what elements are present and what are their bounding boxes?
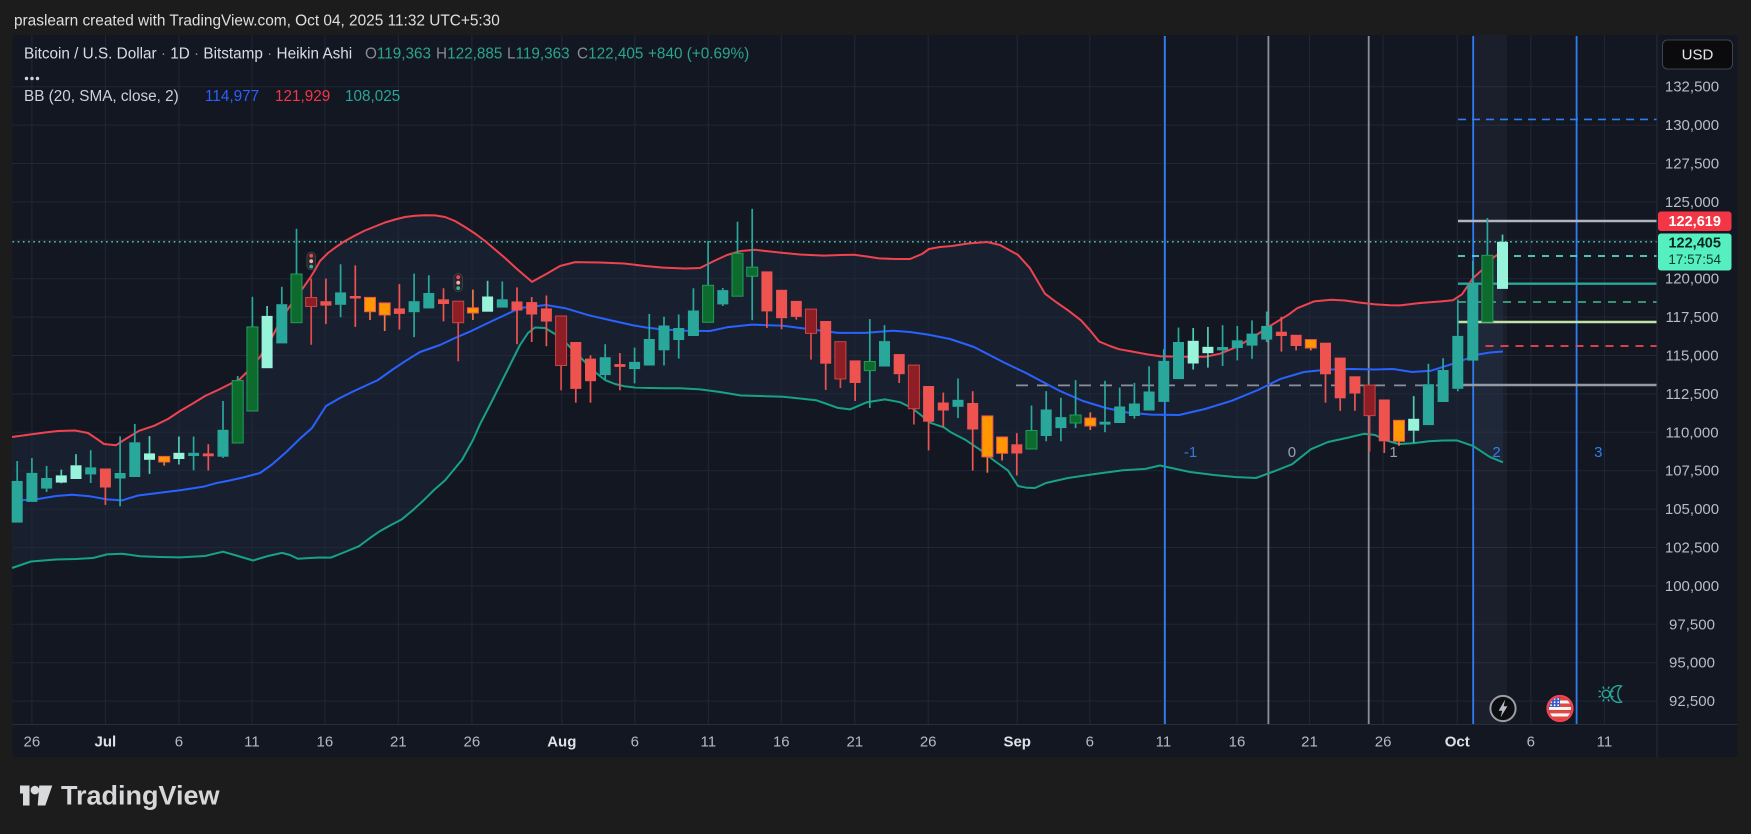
- svg-text:TradingView: TradingView: [61, 781, 221, 811]
- svg-text:122,619: 122,619: [1668, 214, 1720, 230]
- svg-text:6: 6: [175, 734, 183, 751]
- svg-text:17:57:54: 17:57:54: [1668, 252, 1721, 267]
- svg-text:11: 11: [1597, 734, 1613, 751]
- svg-text:16: 16: [317, 734, 334, 751]
- svg-text:127,500: 127,500: [1665, 156, 1719, 173]
- svg-text:Aug: Aug: [547, 734, 576, 751]
- svg-text:16: 16: [773, 734, 790, 751]
- svg-text:100,000: 100,000: [1665, 578, 1719, 595]
- svg-text:26: 26: [1375, 734, 1392, 751]
- svg-text:Oct: Oct: [1445, 734, 1470, 751]
- svg-text:26: 26: [24, 734, 41, 751]
- svg-text:6: 6: [1086, 734, 1094, 751]
- svg-text:107,500: 107,500: [1665, 463, 1719, 480]
- svg-text:16: 16: [1229, 734, 1246, 751]
- svg-text:115,000: 115,000: [1665, 348, 1718, 365]
- svg-text:21: 21: [1301, 734, 1318, 751]
- svg-text:117,500: 117,500: [1665, 309, 1718, 326]
- svg-text:120,000: 120,000: [1665, 271, 1719, 288]
- svg-text:110,000: 110,000: [1665, 424, 1718, 441]
- svg-text:3: 3: [1594, 444, 1602, 461]
- svg-text:Bitcoin / U.S. Dollar · 1D · B: Bitcoin / U.S. Dollar · 1D · Bitstamp · …: [24, 46, 749, 63]
- svg-text:105,000: 105,000: [1665, 501, 1719, 518]
- svg-text:21: 21: [846, 734, 863, 751]
- svg-text:Sep: Sep: [1003, 734, 1031, 751]
- svg-text:125,000: 125,000: [1665, 194, 1719, 211]
- svg-text:praslearn created with Trading: praslearn created with TradingView.com, …: [14, 13, 500, 30]
- svg-text:11: 11: [244, 734, 260, 751]
- svg-text:0: 0: [1288, 444, 1296, 461]
- svg-text:26: 26: [920, 734, 937, 751]
- svg-text:Jul: Jul: [95, 734, 117, 751]
- svg-text:11: 11: [1156, 734, 1172, 751]
- svg-text:102,500: 102,500: [1665, 540, 1719, 557]
- svg-text:1: 1: [1389, 444, 1397, 461]
- svg-text:95,000: 95,000: [1669, 655, 1715, 672]
- svg-text:122,405: 122,405: [1668, 236, 1720, 252]
- svg-text:97,500: 97,500: [1669, 616, 1715, 633]
- svg-text:26: 26: [464, 734, 481, 751]
- svg-text:6: 6: [1527, 734, 1535, 751]
- svg-text:130,000: 130,000: [1665, 117, 1719, 134]
- svg-text:92,500: 92,500: [1669, 693, 1715, 710]
- svg-text:21: 21: [390, 734, 407, 751]
- svg-text:112,500: 112,500: [1665, 386, 1718, 403]
- svg-text:11: 11: [701, 734, 717, 751]
- svg-text:132,500: 132,500: [1665, 79, 1719, 96]
- svg-text:-1: -1: [1184, 444, 1197, 461]
- svg-text:USD: USD: [1682, 47, 1714, 64]
- svg-text:6: 6: [631, 734, 639, 751]
